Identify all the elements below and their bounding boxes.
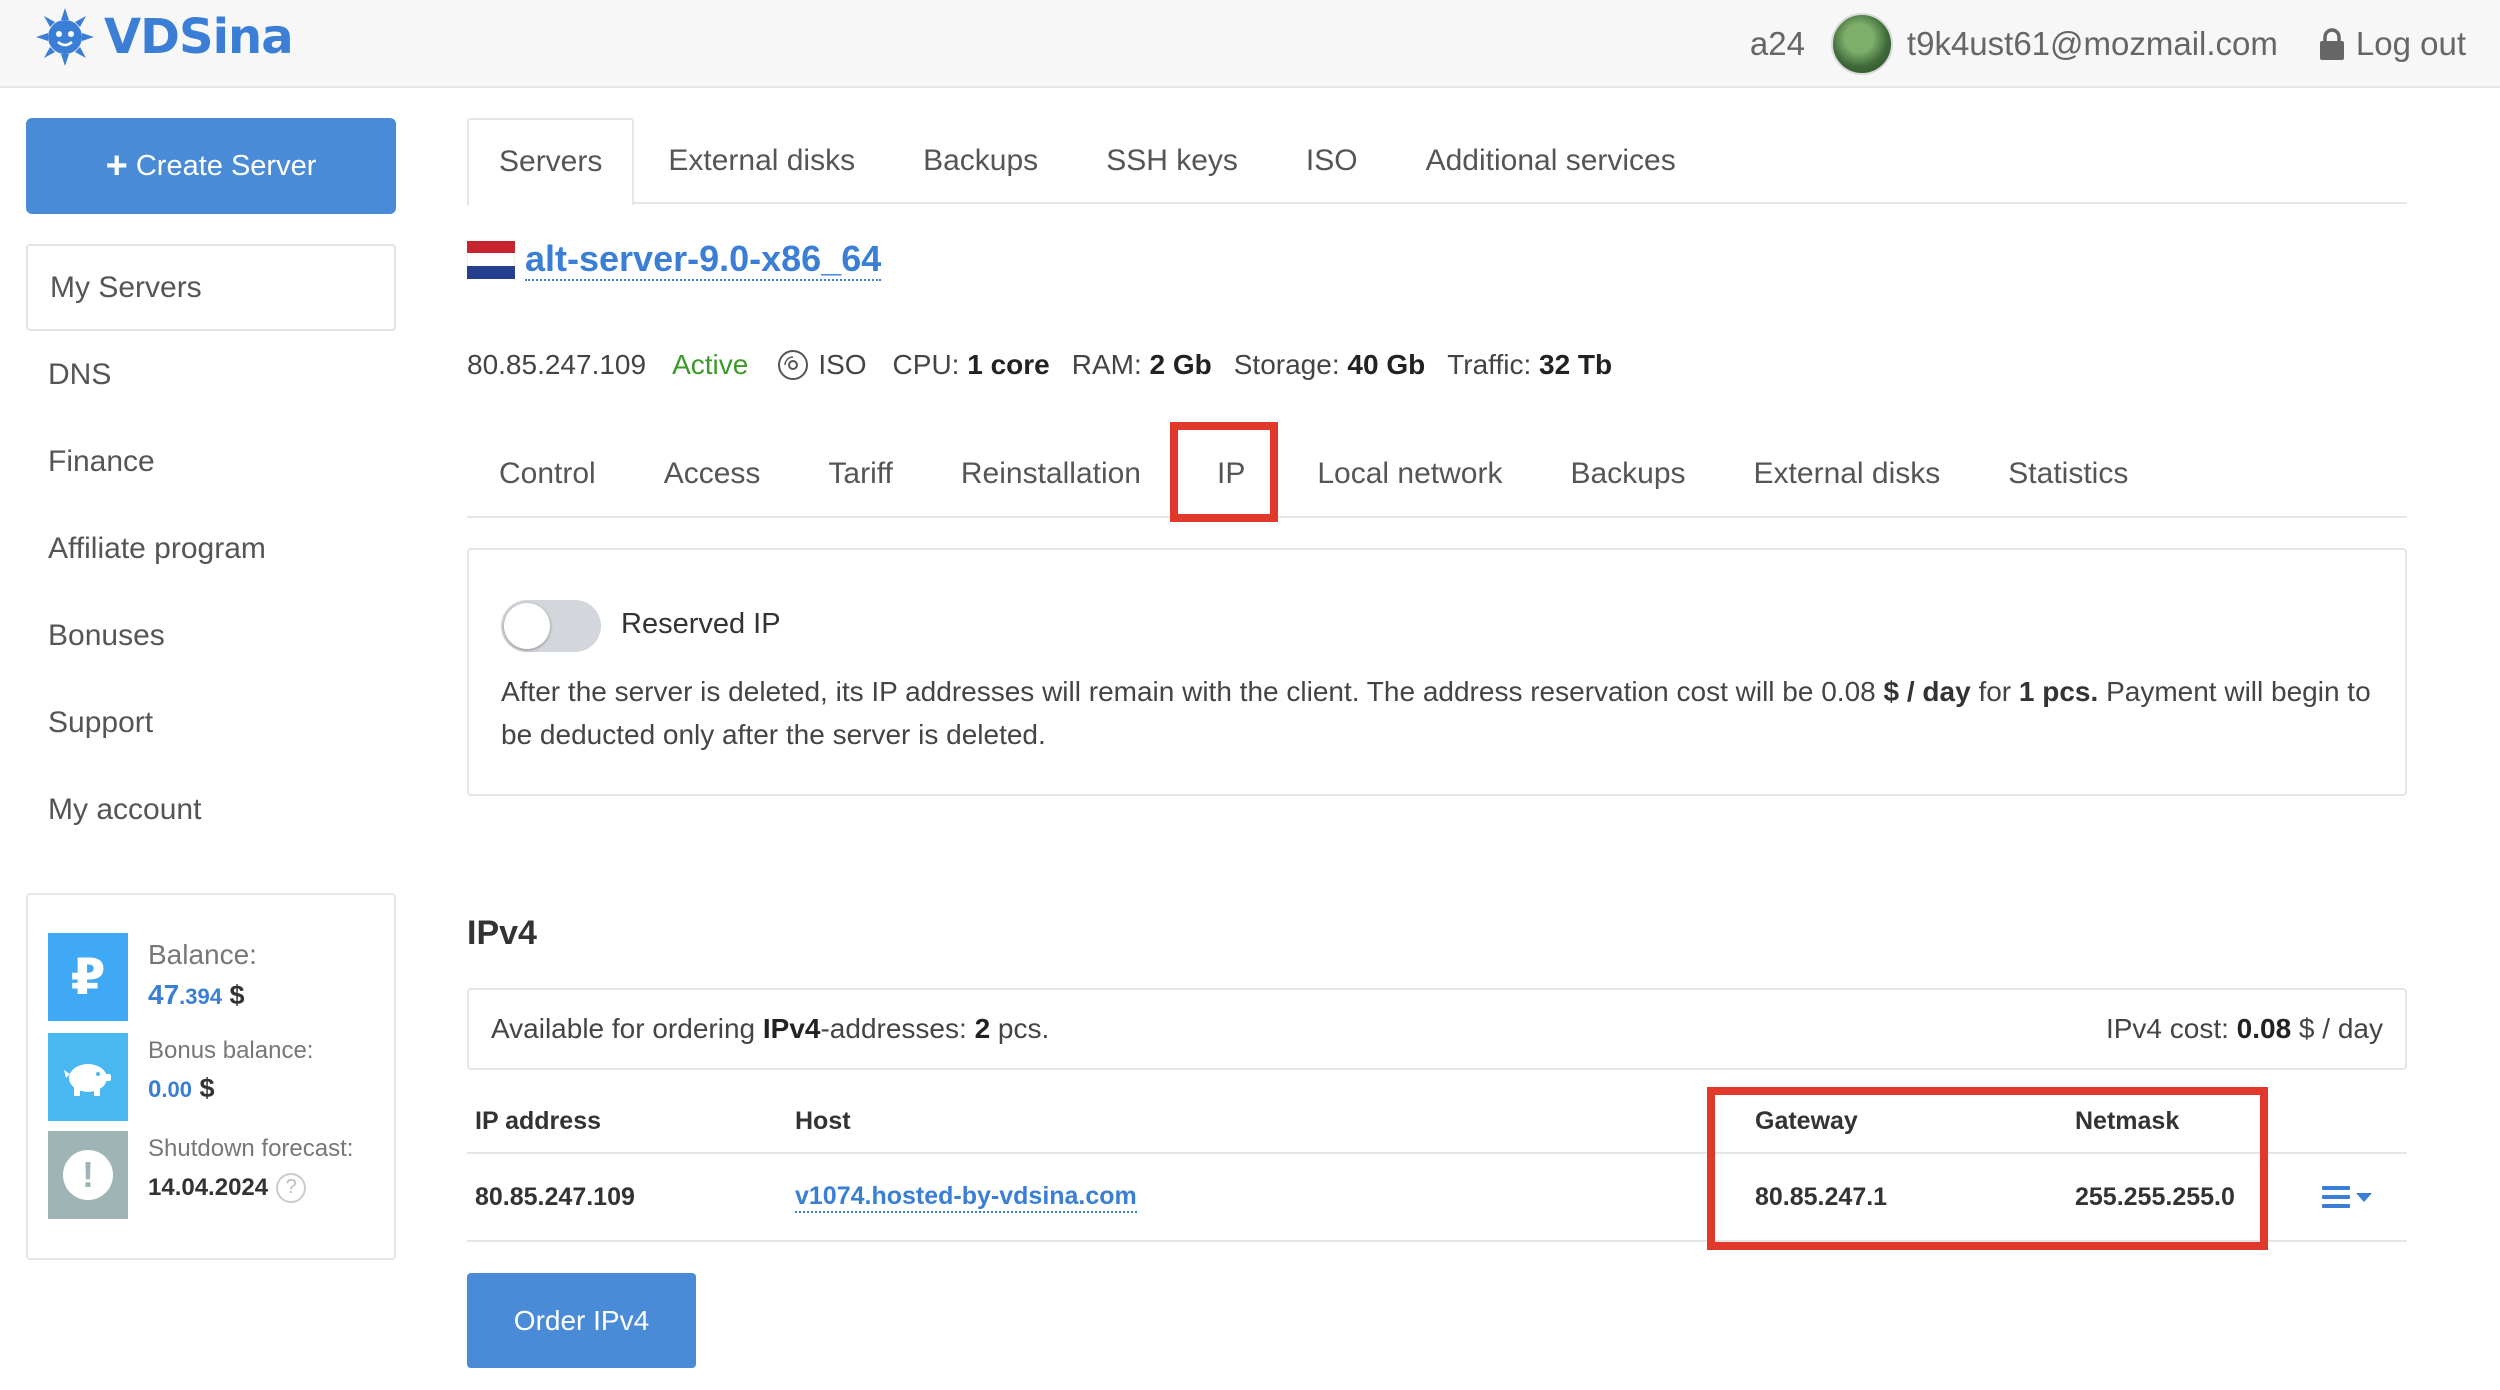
vdsina-logo[interactable]: VDSina xyxy=(34,6,294,68)
tab-backups[interactable]: Backups xyxy=(1536,432,1719,516)
tab-statistics[interactable]: Statistics xyxy=(1974,432,2162,516)
bonus-balance-row: Bonus balance: 0.00 $ xyxy=(48,1033,313,1121)
shutdown-forecast-label: Shutdown forecast: xyxy=(148,1135,354,1162)
shutdown-forecast-value: 14.04.2024? xyxy=(148,1171,353,1203)
gateway-netmask-highlight xyxy=(1707,1087,2268,1250)
reserved-ip-panel: Reserved IP After the server is deleted,… xyxy=(467,548,2407,796)
top-header: VDSina a24 t9k4ust61@mozmail.com Log out xyxy=(0,0,2500,88)
user-email[interactable]: t9k4ust61@mozmail.com xyxy=(1907,25,2278,63)
reserved-ip-label: Reserved IP xyxy=(621,608,781,640)
toggle-knob xyxy=(504,603,550,649)
balance-row: ₽ Balance: 47.394 $ xyxy=(48,933,257,1021)
bonus-balance-value: 0.00 $ xyxy=(148,1073,215,1103)
ram-spec: RAM: 2 Gb xyxy=(1071,349,1212,380)
chevron-down-icon xyxy=(2356,1192,2372,1202)
balance-label: Balance: xyxy=(148,939,257,970)
project-name[interactable]: a24 xyxy=(1750,25,1805,63)
warning-icon: ! xyxy=(48,1131,128,1219)
sidebar-item-bonuses[interactable]: Bonuses xyxy=(26,592,396,679)
logo-text: VDSina xyxy=(104,9,294,65)
tab-external-disks[interactable]: External disks xyxy=(634,118,889,204)
iso-indicator[interactable]: ISO xyxy=(776,348,867,382)
main-tabs: Servers External disks Backups SSH keys … xyxy=(467,118,2407,206)
tab-servers[interactable]: Servers xyxy=(467,118,635,206)
server-info: 80.85.247.109 Active ISO CPU: 1 core RAM… xyxy=(467,348,1612,382)
sidebar-item-dns[interactable]: DNS xyxy=(26,331,396,418)
tab-iso[interactable]: ISO xyxy=(1272,118,1392,204)
piggy-bank-icon xyxy=(48,1033,128,1121)
ipv4-cost-text: IPv4 cost: 0.08 $ / day xyxy=(2105,1013,2383,1044)
order-ipv4-button[interactable]: Order IPv4 xyxy=(467,1273,696,1368)
logout-label: Log out xyxy=(2355,25,2466,62)
status-badge: Active xyxy=(672,349,749,380)
create-server-button[interactable]: + Create Server xyxy=(26,118,396,214)
disc-icon xyxy=(778,350,809,380)
tab-additional-services[interactable]: Additional services xyxy=(1392,118,1710,204)
reserved-ip-description: After the server is deleted, its IP addr… xyxy=(501,676,2371,750)
logo-sun-icon xyxy=(36,8,94,66)
sidebar-item-support[interactable]: Support xyxy=(26,679,396,766)
ip-address-cell: 80.85.247.109 xyxy=(475,1182,635,1211)
host-link[interactable]: v1074.hosted-by-vdsina.com xyxy=(795,1182,1137,1213)
ip-tab-highlight xyxy=(1170,422,1278,522)
server-name-link[interactable]: alt-server-9.0-x86_64 xyxy=(525,238,882,282)
ipv4-availability: Available for ordering IPv4-addresses: 2… xyxy=(467,988,2407,1070)
tab-external-disks[interactable]: External disks xyxy=(1720,432,1975,516)
logout-link[interactable]: Log out xyxy=(2318,25,2466,63)
sidebar-nav: My Servers DNS Finance Affiliate program… xyxy=(26,244,396,853)
server-title: alt-server-9.0-x86_64 xyxy=(467,238,882,282)
server-ip: 80.85.247.109 xyxy=(467,349,647,380)
reserved-ip-toggle[interactable] xyxy=(501,600,601,652)
avatar[interactable] xyxy=(1830,13,1893,75)
column-host: Host xyxy=(795,1106,851,1135)
sidebar-item-finance[interactable]: Finance xyxy=(26,418,396,505)
cpu-spec: CPU: 1 core xyxy=(892,349,1050,380)
ipv4-heading: IPv4 xyxy=(467,914,537,952)
balance-card: ₽ Balance: 47.394 $ Bonus balance: 0.00 xyxy=(26,893,396,1260)
tab-reinstallation[interactable]: Reinstallation xyxy=(927,432,1175,516)
traffic-spec: Traffic: 32 Tb xyxy=(1447,349,1613,380)
sidebar-item-my-servers[interactable]: My Servers xyxy=(26,244,396,331)
tab-tariff[interactable]: Tariff xyxy=(794,432,926,516)
tab-control[interactable]: Control xyxy=(467,432,630,516)
row-actions-menu[interactable] xyxy=(2322,1154,2372,1240)
ruble-icon: ₽ xyxy=(48,933,128,1021)
help-icon[interactable]: ? xyxy=(276,1172,307,1203)
shutdown-forecast-row: ! Shutdown forecast: 14.04.2024? xyxy=(48,1131,353,1219)
balance-value[interactable]: 47.394 $ xyxy=(148,979,257,1011)
sidebar-item-affiliate-program[interactable]: Affiliate program xyxy=(26,505,396,592)
tab-access[interactable]: Access xyxy=(630,432,795,516)
column-ip-address: IP address xyxy=(475,1106,602,1135)
server-tabs: Control Access Tariff Reinstallation IP … xyxy=(467,432,2407,518)
hamburger-menu-icon xyxy=(2322,1186,2372,1208)
tab-local-network[interactable]: Local network xyxy=(1283,432,1536,516)
sidebar-item-my-account[interactable]: My account xyxy=(26,766,396,853)
host-cell: v1074.hosted-by-vdsina.com xyxy=(795,1154,1137,1240)
tab-ssh-keys[interactable]: SSH keys xyxy=(1072,118,1272,204)
lock-icon xyxy=(2319,28,2344,60)
plus-icon: + xyxy=(105,145,128,187)
storage-spec: Storage: 40 Gb xyxy=(1233,349,1426,380)
netherlands-flag-icon xyxy=(467,240,515,279)
create-server-label: Create Server xyxy=(135,149,317,182)
ipv4-available-text: Available for ordering IPv4-addresses: 2… xyxy=(491,1013,1050,1044)
tab-backups[interactable]: Backups xyxy=(889,118,1072,204)
bonus-balance-label: Bonus balance: xyxy=(148,1037,314,1064)
